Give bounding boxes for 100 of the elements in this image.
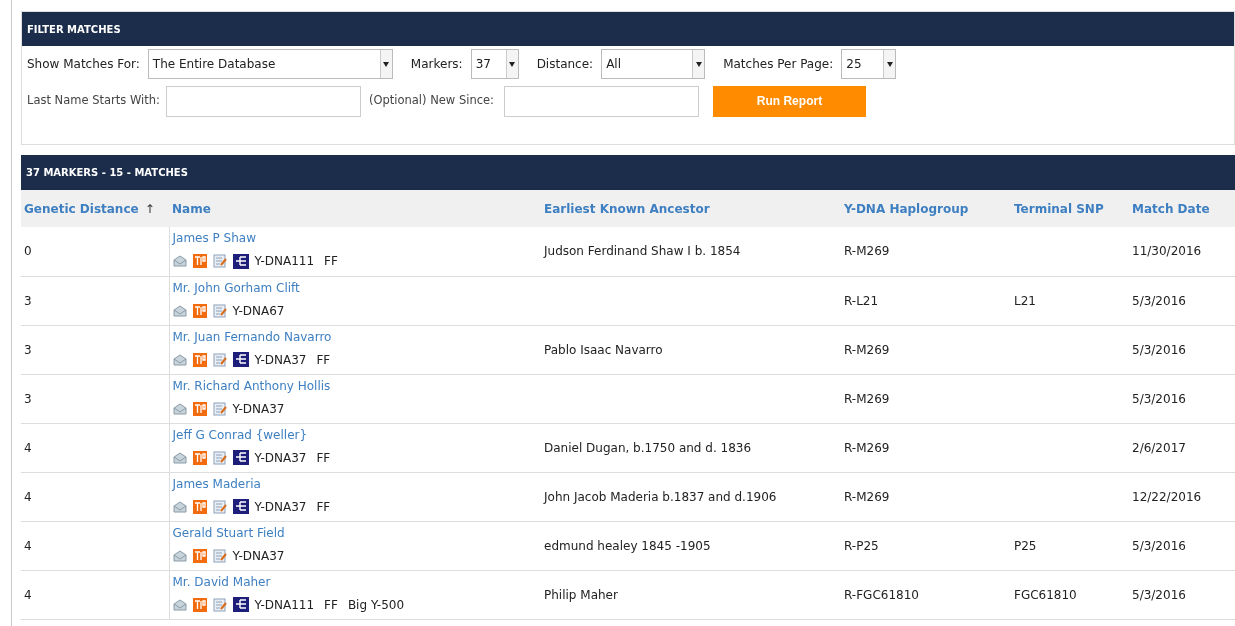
snp-cell: FGC61810 [1014,587,1077,602]
column-header[interactable]: Terminal SNP [1014,201,1104,216]
tip-icon[interactable] [192,401,207,416]
tree-icon[interactable] [232,352,249,367]
match-name-link[interactable]: Mr. Richard Anthony Hollis [172,376,538,395]
date-cell: 12/22/2016 [1132,489,1202,504]
distance-cell: 4 [24,489,32,504]
run-report-button[interactable]: Run Report [712,85,866,117]
mail-icon[interactable] [172,451,187,464]
test-label: FF [316,449,331,467]
test-label: FF [316,498,331,516]
date-field[interactable] [503,85,699,117]
caret-icon [692,50,705,78]
snp-cell: P25 [1014,538,1037,553]
field-label: (Optional) New Since: [368,92,494,110]
test-label: Y-DNA37 [232,547,285,565]
match-name-link[interactable]: Jeff G Conrad {weller} [172,425,538,444]
date-cell: 5/3/2016 [1132,587,1186,602]
tip-icon[interactable] [192,499,207,514]
distance-cell: 4 [24,440,32,455]
mail-icon[interactable] [172,598,187,611]
field-label: Markers: [410,56,463,73]
match-name-link[interactable]: James Maderia [172,474,538,493]
date-cell: 5/3/2016 [1132,538,1186,553]
ancestor-cell: Judson Ferdinand Shaw I b. 1854 [544,244,741,259]
dropdown[interactable]: 25 [841,49,897,79]
tip-icon[interactable] [192,352,207,367]
notes-icon[interactable] [212,303,227,318]
notes-icon[interactable] [212,499,227,514]
tip-icon[interactable] [192,254,207,268]
column-header[interactable]: Genetic Distance [24,201,139,216]
tip-icon[interactable] [192,303,207,318]
dropdown[interactable]: All [601,49,706,79]
column-header[interactable]: Match Date [1132,201,1210,216]
test-label: Y-DNA37 [254,351,307,369]
ancestor-cell: John Jacob Maderia b.1837 and d.1906 [544,489,777,504]
notes-icon[interactable] [212,597,227,612]
haplogroup-cell: R-M269 [844,489,890,504]
tree-icon[interactable] [232,597,249,612]
date-cell: 5/3/2016 [1132,293,1186,308]
mail-icon[interactable] [172,304,187,317]
caret-icon [883,50,896,78]
dropdown[interactable]: The Entire Database [147,49,393,79]
field-label: Distance: [536,56,594,73]
distance-cell: 3 [24,391,32,406]
snp-cell: L21 [1014,293,1036,308]
test-label: Y-DNA37 [254,498,307,516]
match-name-link[interactable]: Gerald Stuart Field [172,523,538,542]
mail-icon[interactable] [172,500,187,513]
haplogroup-cell: R-M269 [844,391,890,406]
distance-cell: 3 [24,293,32,308]
date-cell: 2/6/2017 [1132,440,1186,455]
field-label: Last Name Starts With: [27,92,160,110]
haplogroup-cell: R-FGC61810 [844,587,919,602]
column-header[interactable]: Name [172,201,211,216]
notes-icon[interactable] [212,254,227,268]
match-name-link[interactable]: Mr. David Maher [172,572,538,591]
tip-icon[interactable] [192,597,207,612]
field-label: Matches Per Page: [723,56,834,73]
column-header[interactable]: Y-DNA Haplogroup [844,201,969,216]
haplogroup-cell: R-M269 [844,440,890,455]
tree-icon[interactable] [232,253,249,269]
test-label: Big Y-500 [347,596,405,614]
test-label: FF [316,351,331,369]
haplogroup-cell: R-P25 [844,538,879,553]
test-label: Y-DNA111 [254,596,315,614]
distance-cell: 3 [24,342,32,357]
test-label: FF [324,596,338,614]
match-name-link[interactable]: James P Shaw [172,229,538,247]
sort-arrow: ↑ [144,201,155,216]
notes-icon[interactable] [212,352,227,367]
distance-cell: 0 [24,244,32,259]
distance-cell: 4 [24,538,32,553]
mail-icon[interactable] [172,353,187,366]
text-field[interactable] [165,85,361,117]
mail-icon[interactable] [172,255,187,267]
notes-icon[interactable] [212,401,227,416]
tip-icon[interactable] [192,450,207,465]
date-cell: 5/3/2016 [1132,391,1186,406]
tree-icon[interactable] [232,450,249,465]
dropdown[interactable]: 37 [470,49,519,79]
field-label: Show Matches For: [27,56,140,73]
notes-icon[interactable] [212,548,227,563]
haplogroup-cell: R-M269 [844,244,890,259]
test-label: Y-DNA37 [254,449,307,467]
tree-icon[interactable] [232,499,249,514]
column-header[interactable]: Earliest Known Ancestor [544,201,710,216]
mail-icon[interactable] [172,549,187,562]
match-name-link[interactable]: Mr. John Gorham Clift [172,278,538,297]
ancestor-cell: Pablo Isaac Navarro [544,342,663,357]
date-cell: 11/30/2016 [1132,244,1202,259]
test-label: Y-DNA67 [232,302,285,320]
test-label: Y-DNA111 [254,253,315,270]
mail-icon[interactable] [172,402,187,415]
match-name-link[interactable]: Mr. Juan Fernando Navarro [172,327,538,346]
test-label: FF [324,253,338,270]
panel-title: FILTER MATCHES [27,22,121,37]
tip-icon[interactable] [192,548,207,563]
caret-icon [505,50,518,78]
notes-icon[interactable] [212,450,227,465]
